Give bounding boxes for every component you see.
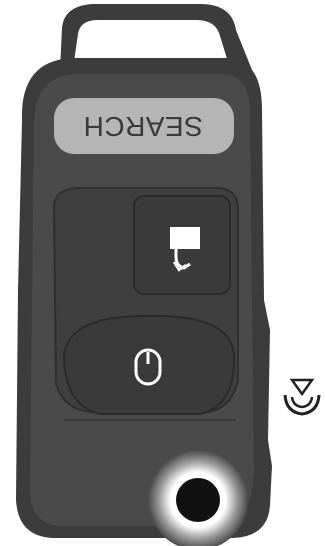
signal-arrow-icon bbox=[283, 378, 321, 416]
mouse-button[interactable] bbox=[64, 316, 234, 414]
search-button[interactable] bbox=[54, 98, 234, 154]
key-fob-remote: SEARCH bbox=[0, 0, 326, 546]
remote-start-button[interactable] bbox=[134, 196, 230, 294]
key-cylinder-icon bbox=[148, 450, 248, 546]
key-ring-hole bbox=[74, 20, 228, 62]
